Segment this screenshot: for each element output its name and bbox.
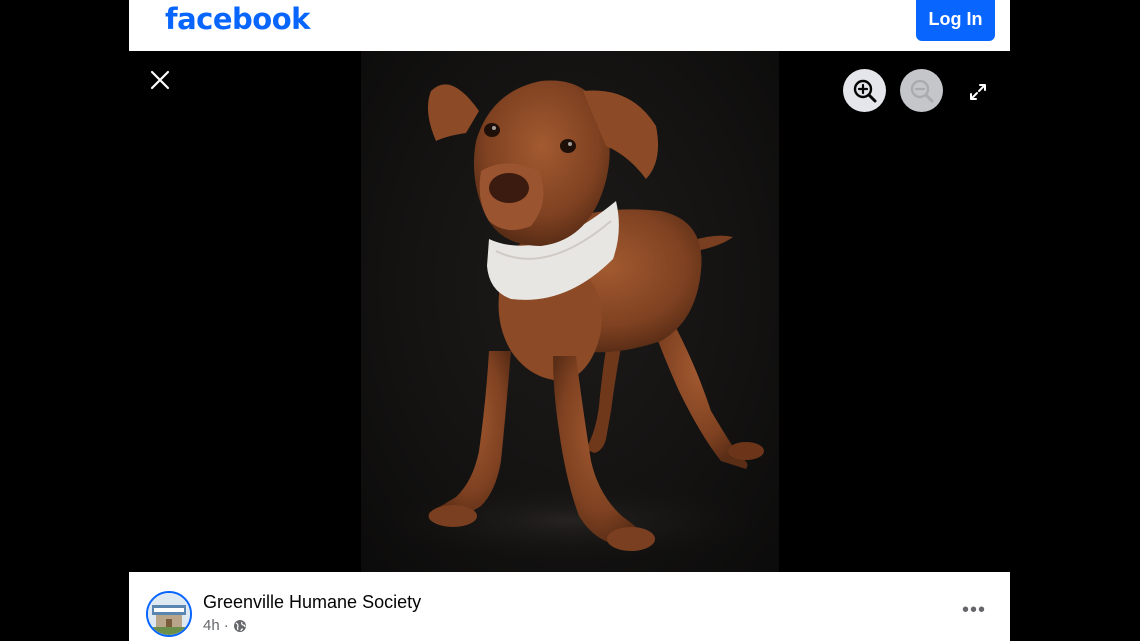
- fullscreen-icon: [970, 84, 986, 100]
- photo-viewer-frame: facebook Log In Greenville Humane Societ…: [129, 0, 1010, 641]
- post-photo[interactable]: [361, 51, 779, 572]
- close-icon: [150, 70, 170, 90]
- top-bar: facebook Log In: [129, 0, 1010, 51]
- zoom-out-button[interactable]: [900, 69, 943, 112]
- photo-viewer: [129, 51, 1010, 572]
- zoom-in-icon: [853, 79, 876, 102]
- fullscreen-button[interactable]: [965, 79, 991, 105]
- meta-separator: ·: [223, 617, 229, 634]
- post-header: Greenville Humane Society 4h · •••: [129, 572, 1010, 641]
- avatar-image: [148, 593, 190, 635]
- globe-icon: [233, 619, 246, 632]
- facebook-logo[interactable]: facebook: [165, 0, 310, 38]
- close-button[interactable]: [145, 65, 175, 95]
- zoom-in-button[interactable]: [843, 69, 886, 112]
- post-meta: 4h ·: [203, 617, 247, 634]
- post-time[interactable]: 4h: [203, 617, 220, 634]
- dog-image: [381, 80, 764, 561]
- page-name[interactable]: Greenville Humane Society: [203, 592, 421, 613]
- page-avatar[interactable]: [146, 591, 192, 637]
- zoom-out-icon: [910, 79, 933, 102]
- more-options-button[interactable]: •••: [959, 599, 989, 621]
- login-button[interactable]: Log In: [916, 0, 995, 41]
